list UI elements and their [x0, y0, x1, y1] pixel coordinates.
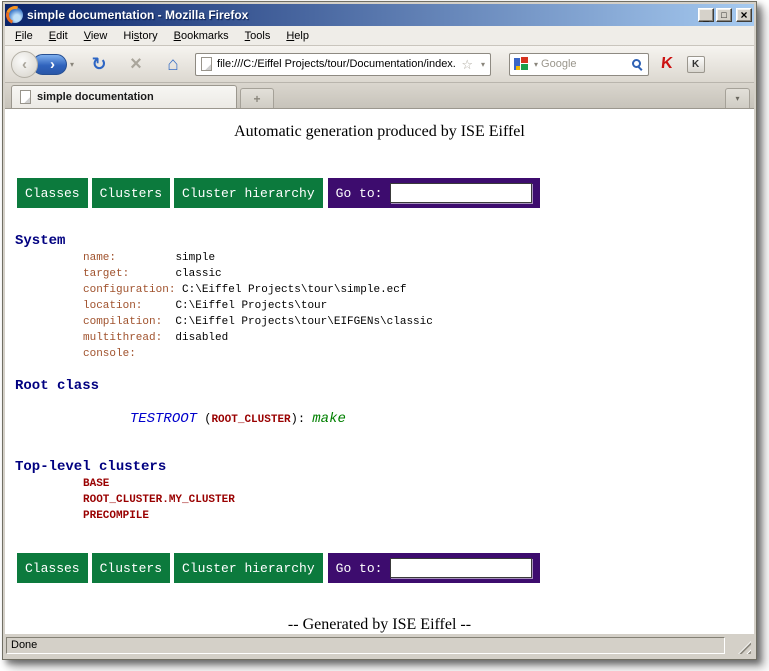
goto-label: Go to:	[336, 186, 383, 201]
goto-input[interactable]	[390, 183, 532, 203]
status-text: Done	[6, 637, 725, 654]
bookmark-star-icon[interactable]: ☆	[461, 58, 473, 71]
menu-view[interactable]: View	[76, 28, 116, 44]
system-heading: System	[15, 233, 754, 249]
url-dropdown-icon[interactable]: ▾	[481, 60, 485, 69]
page-footer: -- Generated by ISE Eiffel -- For more d…	[5, 615, 754, 634]
back-icon: ‹	[22, 56, 27, 73]
resize-grip[interactable]	[738, 641, 751, 654]
google-icon	[514, 57, 528, 71]
cluster-link-root-cluster-my-cluster[interactable]: ROOT_CLUSTER.MY_CLUSTER	[83, 492, 754, 508]
page-title: Automatic generation produced by ISE Eif…	[5, 122, 754, 141]
menu-bookmarks[interactable]: Bookmarks	[166, 28, 237, 44]
back-button[interactable]: ‹	[11, 51, 38, 78]
system-row-multithread: multithread: disabled	[83, 330, 754, 346]
cluster-list: BASE ROOT_CLUSTER.MY_CLUSTER PRECOMPILE	[83, 476, 754, 524]
root-cluster-link[interactable]: ROOT_CLUSTER	[211, 414, 290, 426]
back-forward-group: ‹ › ▾	[11, 51, 74, 78]
url-bar[interactable]: file:///C:/Eiffel Projects/tour/Document…	[195, 53, 491, 76]
navigation-toolbar: ‹ › ▾ ↻ × ⌂ file:///C:/Eiffel Projects/t…	[5, 46, 754, 83]
cluster-hierarchy-button-bottom[interactable]: Cluster hierarchy	[174, 553, 323, 583]
close-button[interactable]: ×	[736, 8, 752, 22]
history-dropdown-icon[interactable]: ▾	[70, 60, 74, 69]
minimize-icon: _	[703, 13, 709, 23]
forward-icon: ›	[50, 56, 55, 73]
generated-by-line: -- Generated by ISE Eiffel --	[5, 615, 754, 634]
page-favicon	[201, 57, 212, 71]
doc-navbar-bottom: Classes Clusters Cluster hierarchy Go to…	[17, 553, 754, 583]
system-row-target: target: classic	[83, 266, 754, 282]
goto-box-bottom: Go to:	[328, 553, 541, 583]
clusters-button-bottom[interactable]: Clusters	[92, 553, 170, 583]
system-row-configuration: configuration: C:\Eiffel Projects\tour\s…	[83, 282, 754, 298]
search-magnifier-icon[interactable]	[631, 58, 644, 71]
root-class-link[interactable]: TESTROOT	[130, 411, 197, 427]
home-button[interactable]: ⌂	[161, 55, 185, 74]
doc-navbar-top: Classes Clusters Cluster hierarchy Go to…	[17, 178, 754, 208]
tab-label: simple documentation	[37, 91, 154, 103]
k-toolbar-button[interactable]: K	[687, 56, 705, 73]
root-class-row: TESTROOT (ROOT_CLUSTER): make	[83, 395, 754, 444]
tab-favicon	[20, 90, 31, 104]
cluster-hierarchy-button[interactable]: Cluster hierarchy	[174, 178, 323, 208]
search-input[interactable]	[541, 58, 628, 70]
maximize-icon: □	[721, 11, 726, 20]
url-text[interactable]: file:///C:/Eiffel Projects/tour/Document…	[217, 58, 456, 70]
system-row-compilation: compilation: C:\Eiffel Projects\tour\EIF…	[83, 314, 754, 330]
tab-simple-documentation[interactable]: simple documentation	[11, 85, 237, 108]
system-row-location: location: C:\Eiffel Projects\tour	[83, 298, 754, 314]
goto-box: Go to:	[328, 178, 541, 208]
page-content: Automatic generation produced by ISE Eif…	[5, 109, 754, 634]
system-row-console: console:	[83, 346, 754, 362]
window-controls: _ □ ×	[698, 8, 752, 22]
root-class-heading: Root class	[15, 378, 754, 394]
cluster-link-precompile[interactable]: PRECOMPILE	[83, 508, 754, 524]
system-properties: name: simple target: classic configurati…	[83, 250, 754, 362]
stop-button[interactable]: ×	[124, 54, 148, 74]
menu-file[interactable]: File	[7, 28, 41, 44]
tab-strip: simple documentation + ▾	[5, 83, 754, 109]
minimize-button[interactable]: _	[698, 8, 714, 22]
root-feature-link[interactable]: make	[312, 411, 346, 427]
reload-button[interactable]: ↻	[87, 55, 111, 73]
clusters-button[interactable]: Clusters	[92, 178, 170, 208]
goto-label-bottom: Go to:	[336, 561, 383, 576]
titlebar[interactable]: simple documentation - Mozilla Firefox _…	[5, 4, 754, 26]
search-engine-dropdown-icon[interactable]: ▾	[534, 60, 538, 69]
firefox-icon	[7, 7, 23, 23]
new-tab-button[interactable]: +	[240, 88, 274, 108]
window-title: simple documentation - Mozilla Firefox	[27, 8, 694, 22]
system-row-name: name: simple	[83, 250, 754, 266]
top-level-clusters-heading: Top-level clusters	[15, 459, 754, 475]
browser-window: simple documentation - Mozilla Firefox _…	[2, 1, 757, 660]
search-box[interactable]: ▾	[509, 53, 649, 76]
kaspersky-icon[interactable]: K	[660, 56, 673, 72]
menu-tools[interactable]: Tools	[237, 28, 279, 44]
cluster-link-base[interactable]: BASE	[83, 476, 754, 492]
menu-help[interactable]: Help	[278, 28, 317, 44]
close-icon: ×	[740, 9, 747, 21]
classes-button[interactable]: Classes	[17, 178, 88, 208]
goto-input-bottom[interactable]	[390, 558, 532, 578]
menubar: File Edit View History Bookmarks Tools H…	[5, 26, 754, 46]
status-bar: Done	[5, 634, 754, 657]
menu-edit[interactable]: Edit	[41, 28, 76, 44]
menu-history[interactable]: History	[115, 28, 165, 44]
classes-button-bottom[interactable]: Classes	[17, 553, 88, 583]
maximize-button[interactable]: □	[716, 8, 732, 22]
list-all-tabs-button[interactable]: ▾	[725, 88, 750, 108]
